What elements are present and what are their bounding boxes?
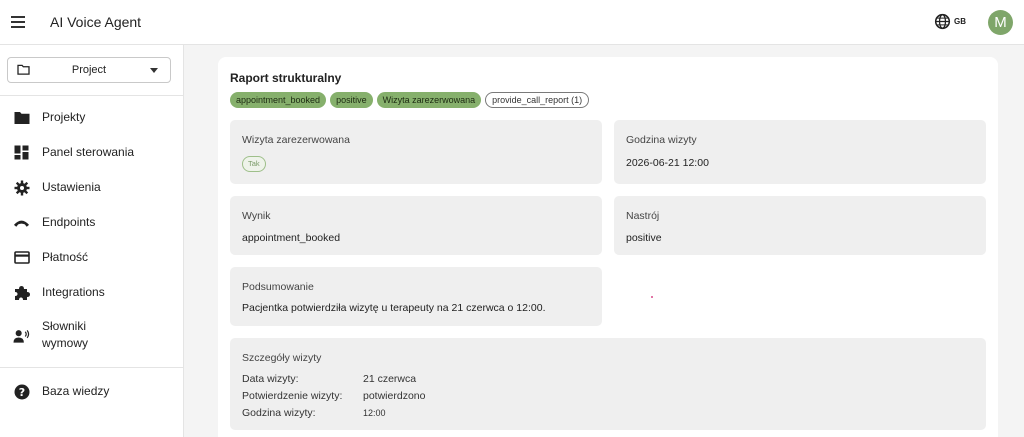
gear-icon [13, 179, 30, 196]
phone-icon [13, 214, 30, 231]
details-key: Godzina wizyty: [242, 407, 316, 419]
field-value: positive [626, 232, 662, 244]
details-key: Potwierdzenie wizyty: [242, 390, 343, 402]
top-bar: AI Voice Agent GB M [0, 0, 1024, 45]
sidebar-item-label: Baza wiedzy [42, 384, 110, 398]
folder-icon [13, 109, 30, 126]
sidebar-divider [0, 95, 184, 96]
sidebar-item-platnosc[interactable]: Płatność [0, 249, 184, 266]
project-select[interactable]: Project [7, 57, 171, 83]
field-wizyta-zarezerwowana: Wizyta zarezerwowana Tak [230, 120, 602, 184]
credit-card-icon [13, 249, 30, 266]
field-value: appointment_booked [242, 232, 341, 244]
sidebar-item-label: Endpoints [42, 215, 96, 229]
yes-badge: Tak [242, 156, 266, 172]
sidebar-item-label: Integrations [42, 285, 105, 299]
structured-report-card: Raport strukturalny appointment_booked p… [218, 57, 998, 437]
tag-chip: Wizyta zarezerwowana [376, 92, 482, 108]
sidebar-item-slowniki-wymowy[interactable]: Słowniki wymowy [0, 318, 184, 354]
field-label: Szczegóły wizyty [242, 352, 322, 364]
field-label: Wynik [242, 210, 271, 222]
sidebar-item-label: Panel sterowania [42, 145, 135, 159]
field-value: 2026-06-21 12:00 [626, 157, 709, 169]
language-code: GB [954, 17, 966, 26]
app-title: AI Voice Agent [50, 14, 142, 30]
details-value: 12:00 [363, 408, 386, 418]
sidebar-item-baza-wiedzy[interactable]: ? Baza wiedzy [0, 383, 184, 400]
field-podsumowanie: Podsumowanie Pacjentka potwierdziła wizy… [230, 267, 602, 326]
sidebar: Project Projekty Panel sterowania Ustawi… [0, 45, 184, 437]
project-select-label: Project [71, 64, 107, 76]
puzzle-icon [13, 284, 30, 301]
call-report-chip[interactable]: provide_call_report (1) [485, 92, 590, 108]
menu-icon[interactable] [9, 12, 29, 32]
field-nastroj: Nastrój positive [614, 196, 986, 255]
field-label: Godzina wizyty [626, 134, 697, 146]
avatar[interactable]: M [988, 10, 1013, 35]
sidebar-item-integrations[interactable]: Integrations [0, 284, 184, 301]
tag-chip: positive [330, 92, 373, 108]
details-key: Data wizyty: [242, 373, 299, 385]
language-selector[interactable]: GB [934, 13, 966, 30]
details-value: 21 czerwca [363, 373, 417, 385]
sidebar-item-projekty[interactable]: Projekty [0, 109, 184, 126]
sidebar-item-endpoints[interactable]: Endpoints [0, 214, 184, 231]
chevron-down-icon [150, 68, 158, 73]
svg-text:?: ? [18, 386, 24, 399]
field-label: Nastrój [626, 210, 660, 222]
sidebar-divider [0, 367, 184, 368]
decorative-dot [651, 296, 653, 298]
details-value: potwierdzono [363, 390, 426, 402]
sidebar-item-ustawienia[interactable]: Ustawienia [0, 179, 184, 196]
tag-chip: appointment_booked [230, 92, 327, 108]
sidebar-item-label: Słowniki wymowy [42, 319, 89, 350]
field-label: Podsumowanie [242, 281, 314, 293]
field-label: Wizyta zarezerwowana [242, 134, 350, 146]
dashboard-icon [13, 144, 30, 161]
report-title: Raport strukturalny [230, 71, 342, 85]
help-icon: ? [13, 383, 30, 400]
sidebar-item-label: Ustawienia [42, 180, 101, 194]
globe-icon [934, 13, 951, 30]
field-value: Pacjentka potwierdziła wizytę u terapeut… [242, 302, 546, 314]
field-godzina-wizyty: Godzina wizyty 2026-06-21 12:00 [614, 120, 986, 184]
field-szczegoly-wizyty: Szczegóły wizyty Data wizyty: 21 czerwca… [230, 338, 986, 430]
field-wynik: Wynik appointment_booked [230, 196, 602, 255]
report-tags: appointment_booked positive Wizyta zarez… [230, 92, 590, 108]
sidebar-item-label: Płatność [42, 250, 89, 264]
voice-icon [13, 328, 30, 345]
sidebar-item-label: Projekty [42, 110, 86, 124]
sidebar-item-panel-sterowania[interactable]: Panel sterowania [0, 144, 184, 161]
